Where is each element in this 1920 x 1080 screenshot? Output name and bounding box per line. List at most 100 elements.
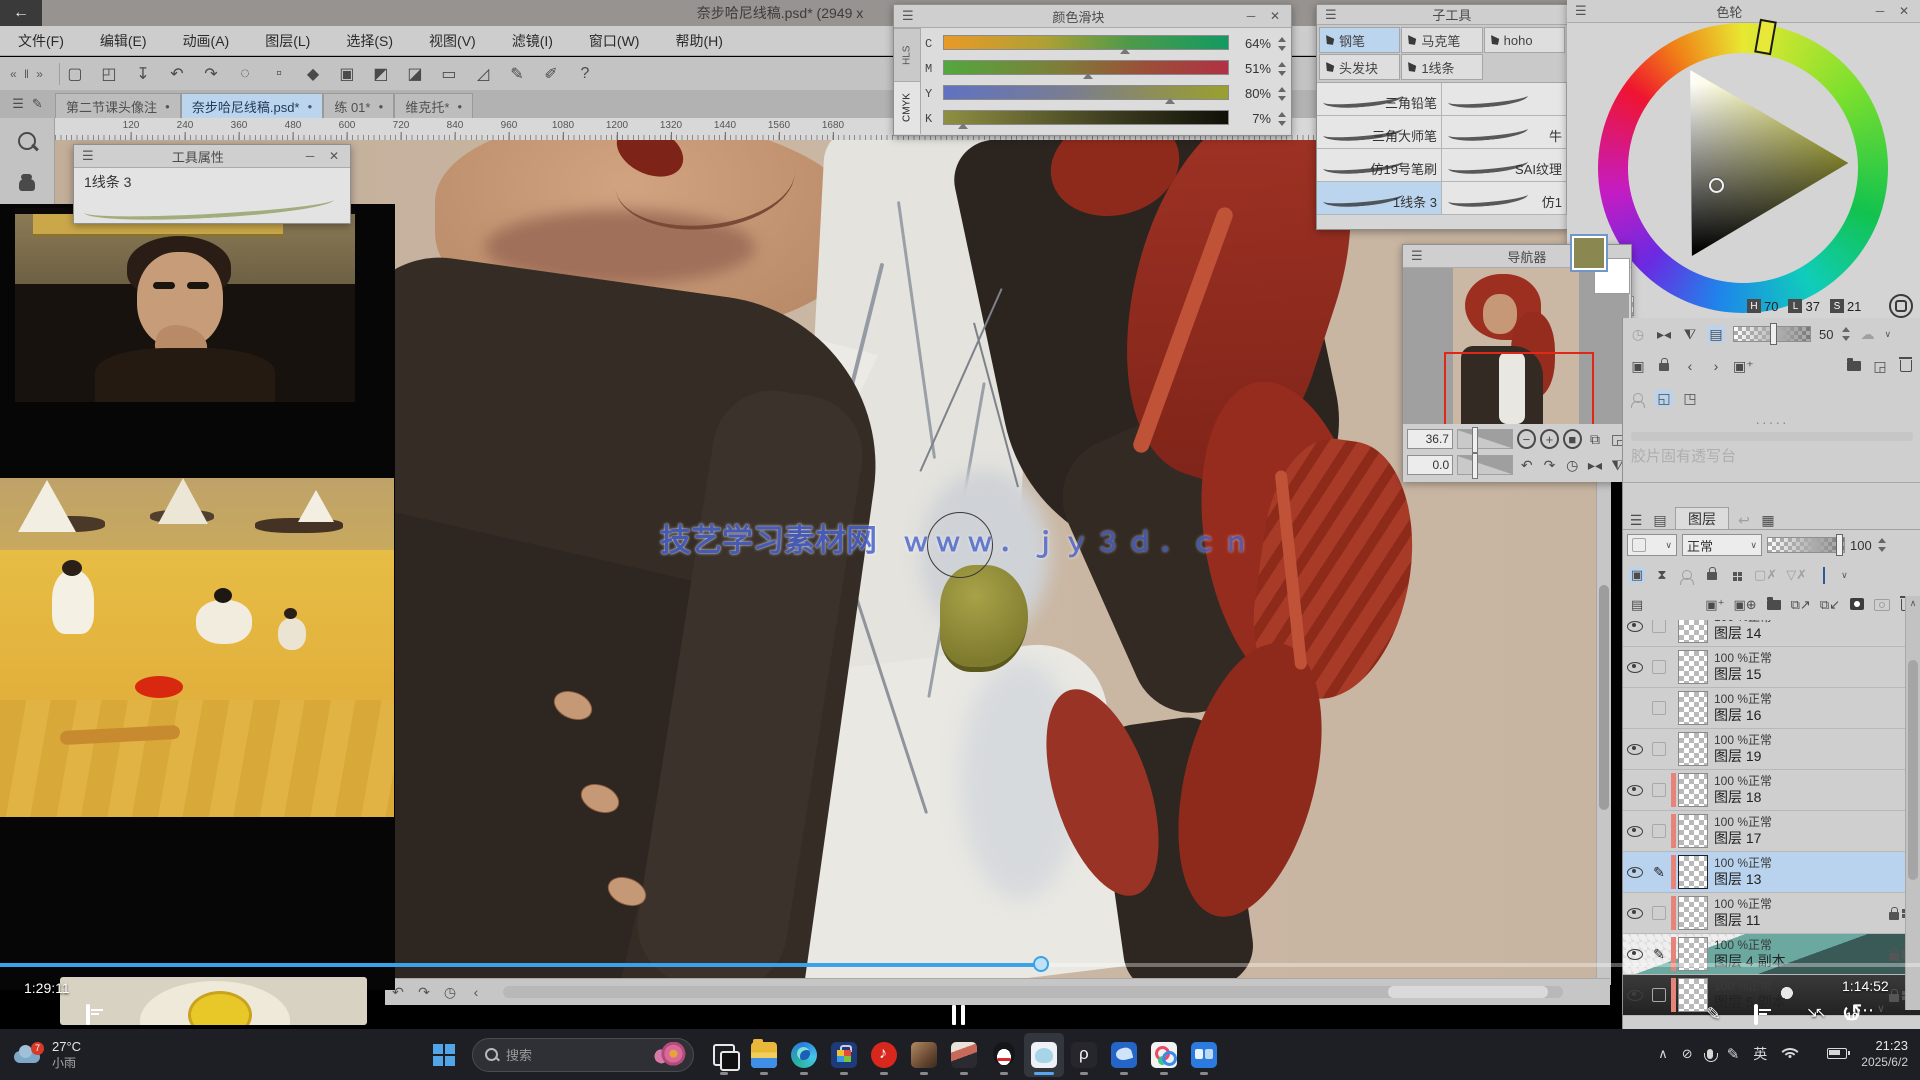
subtool-group-tab[interactable]: 1线条	[1401, 54, 1482, 80]
palette-collapse-arrows[interactable]: « ‖ »	[0, 67, 55, 81]
help-icon[interactable]: ?	[574, 65, 596, 83]
blend-mode-dropdown[interactable]: 正常∨	[1682, 534, 1762, 556]
brush-item[interactable]: SAI纹理	[1442, 149, 1567, 182]
channel-slider[interactable]	[943, 110, 1227, 128]
layers-icon[interactable]: ▤	[1651, 512, 1669, 529]
lighttable-opacity-slider[interactable]	[1733, 326, 1811, 342]
layer-thumbnail[interactable]	[1678, 732, 1708, 766]
layer-thumbnail[interactable]	[1678, 814, 1708, 848]
spinner-icon[interactable]	[1877, 538, 1886, 552]
slider-caret[interactable]	[958, 123, 968, 129]
layer-edit-state[interactable]: ✎	[1647, 742, 1671, 756]
taskbar-icon-app-store[interactable]	[824, 1033, 864, 1077]
panel-menu-icon[interactable]: ☰	[82, 148, 94, 164]
lock-layer-icon[interactable]	[1704, 567, 1720, 583]
图层 13[interactable]: ✎ 100 %正常 图层 13	[1623, 852, 1920, 893]
open-file-icon[interactable]: ◰	[98, 64, 120, 84]
fill-icon[interactable]: ◆	[302, 64, 324, 84]
spinner-icon[interactable]	[1277, 87, 1286, 101]
microphone-icon[interactable]	[1707, 1047, 1713, 1062]
menu-item[interactable]: 编辑(E)	[100, 31, 147, 51]
reset-view-icon[interactable]: ◷	[437, 984, 463, 1001]
history-icon[interactable]: ↩	[1735, 512, 1753, 529]
close-icon[interactable]: ✕	[1267, 9, 1283, 23]
taskbar-icon-bluedolphin[interactable]	[1104, 1033, 1144, 1077]
panel-menu-icon[interactable]: ☰	[1411, 248, 1423, 264]
undo-icon[interactable]: ↶	[166, 64, 188, 84]
layer-list-scrollbar[interactable]: ∧	[1905, 596, 1920, 1010]
layer-thumbnail[interactable]	[1678, 773, 1708, 807]
drag-handle-dots[interactable]: ·····	[1623, 414, 1920, 430]
draft-icon[interactable]	[1679, 568, 1695, 583]
more-options-icon[interactable]: ⋯	[1856, 1000, 1874, 1021]
danmaku-icon[interactable]	[86, 1006, 90, 1024]
color-mode-tab[interactable]: CMYK	[894, 81, 920, 134]
chevron-down-icon[interactable]: ∨	[1884, 329, 1891, 340]
reset-rotation-icon[interactable]: ◷	[1563, 455, 1582, 475]
target-export-icon[interactable]: ◳	[1681, 390, 1699, 407]
document-tab[interactable]: 维克托* ●	[394, 93, 473, 118]
painting-reference-video[interactable]	[0, 478, 394, 817]
person-icon[interactable]	[1629, 390, 1647, 406]
close-icon[interactable]: ✕	[326, 149, 342, 163]
scroll-left-icon[interactable]: ‹	[463, 984, 489, 1000]
panel-menu-icon[interactable]: ☰	[1627, 512, 1645, 529]
clip-to-layer-icon[interactable]: ▣	[1629, 567, 1645, 583]
图层 11[interactable]: ✎ 100 %正常 图层 11	[1623, 893, 1920, 934]
pen-icon[interactable]: ✎	[32, 96, 43, 112]
taskbar-icon-papp[interactable]	[1064, 1033, 1104, 1077]
new-folder-icon[interactable]	[1766, 597, 1782, 613]
taskbar-icon-faces[interactable]	[1184, 1033, 1224, 1077]
clock[interactable]: 21:23 2025/6/2	[1861, 1038, 1908, 1070]
frame-search-icon[interactable]: ◲	[1871, 358, 1889, 375]
frame-delete-icon[interactable]	[1897, 357, 1915, 375]
图层 15[interactable]: ✎ 100 %正常 图层 15	[1623, 647, 1920, 688]
webcam-video[interactable]	[15, 208, 355, 402]
taskbar-icon-art2[interactable]	[944, 1033, 984, 1077]
updown-icon[interactable]: ⧨	[1681, 326, 1699, 343]
zoom-100-button[interactable]: ■	[1563, 429, 1582, 449]
brush-item[interactable]: 仿19号笔刷	[1317, 149, 1442, 182]
new-layer-settings-icon[interactable]: ▣⊕	[1733, 597, 1756, 613]
menu-item[interactable]: 选择(S)	[346, 31, 393, 51]
spinner-icon[interactable]	[1277, 112, 1286, 126]
layer-opacity-slider[interactable]	[1767, 537, 1845, 553]
fit-screen-icon[interactable]: ⧉	[1586, 429, 1605, 449]
layer-edit-state[interactable]: ✎	[1647, 824, 1671, 838]
deselect-icon[interactable]: ◌	[234, 65, 256, 83]
grid-icon[interactable]: ▦	[1759, 512, 1777, 529]
document-tab[interactable]: 第二节课头像注 ●	[55, 93, 181, 118]
zoom-tool-icon[interactable]	[14, 128, 40, 154]
layer-thumbnail[interactable]	[1678, 620, 1708, 643]
taskbar-icon-paint[interactable]	[1024, 1033, 1064, 1077]
canvas-horizontal-scrollbar[interactable]	[503, 986, 1563, 998]
图层 17[interactable]: ✎ 100 %正常 图层 17	[1623, 811, 1920, 852]
menu-item[interactable]: 图层(L)	[265, 31, 310, 51]
layer-edit-state[interactable]: ✎	[1647, 906, 1671, 920]
new-canvas-icon[interactable]: ▢	[64, 64, 86, 84]
reselect-icon[interactable]: ▫	[268, 65, 290, 83]
mask-disable-icon[interactable]: ▢✗	[1754, 567, 1777, 583]
layer-edit-state[interactable]: ✎	[1647, 783, 1671, 797]
navigator-viewport[interactable]	[1444, 352, 1594, 424]
menu-item[interactable]: 动画(A)	[183, 31, 230, 51]
spinner-icon[interactable]	[1841, 327, 1850, 341]
next-frame-icon[interactable]: ›	[1707, 358, 1725, 374]
start-button[interactable]	[426, 1037, 462, 1073]
video-back-button[interactable]: ←	[0, 0, 42, 26]
merge-down-icon[interactable]: ⧉↙	[1820, 597, 1840, 613]
slider-caret[interactable]	[1120, 48, 1130, 54]
menu-item[interactable]: 视图(V)	[429, 31, 476, 51]
color-mode-button[interactable]	[1889, 294, 1913, 318]
bottom-video-strip[interactable]	[60, 977, 367, 1025]
clock-icon[interactable]: ◷	[1629, 326, 1647, 343]
select-inverse-icon[interactable]: ◩	[370, 64, 392, 84]
spinner-icon[interactable]	[1277, 62, 1286, 76]
zoom-slider[interactable]	[1457, 429, 1513, 449]
image-icon[interactable]: ▣	[1629, 358, 1647, 375]
layer-visibility-eye-icon[interactable]	[1623, 949, 1647, 960]
图层 14[interactable]: ✎ 100 %正常 图层 14	[1623, 620, 1920, 647]
layer-visibility-eye-icon[interactable]	[1623, 621, 1647, 632]
layer-edit-state[interactable]: ✎	[1647, 620, 1671, 633]
taskbar-icon-trirings[interactable]	[1144, 1033, 1184, 1077]
